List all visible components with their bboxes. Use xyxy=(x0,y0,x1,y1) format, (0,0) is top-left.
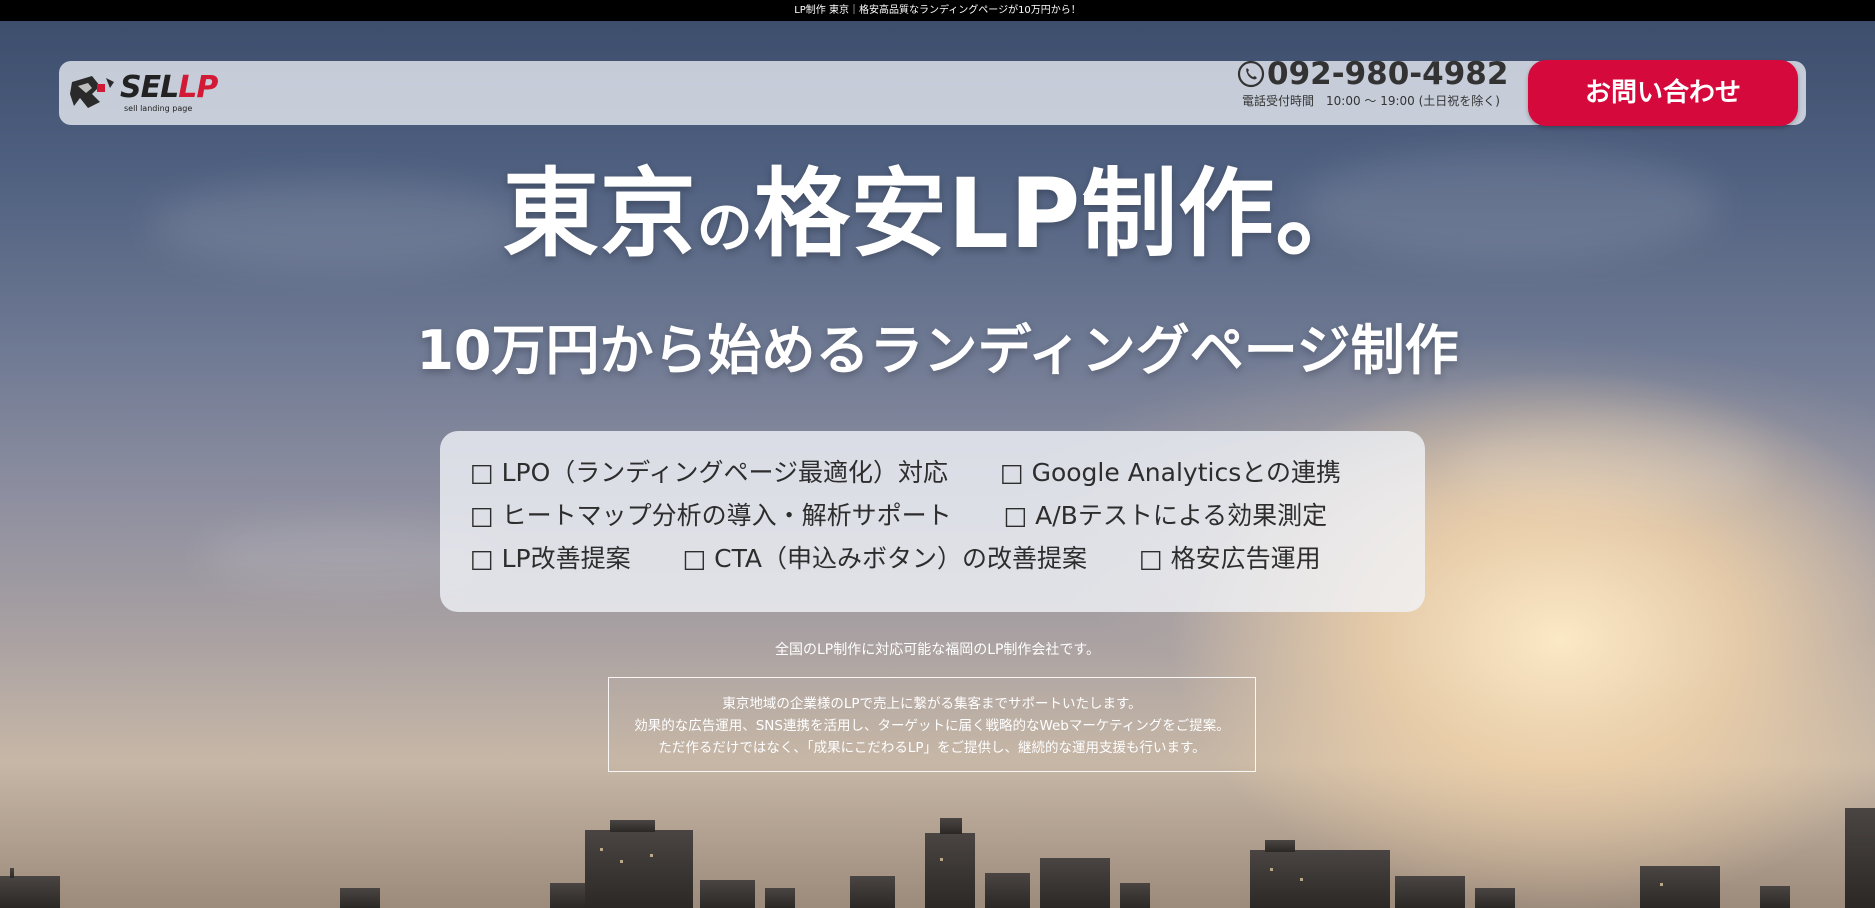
company-tagline: 全国のLP制作に対応可能な福岡のLP制作会社です。 xyxy=(774,642,1101,658)
feature-row-1: □ LPO（ランディングページ最適化）対応 □ Google Analyticsと… xyxy=(470,453,1410,493)
feature-row-3: □ LP改善提案 □ CTA（申込みボタン）の改善提案 □ 格安広告運用 xyxy=(470,539,1410,579)
feature-row-2: □ ヒートマップ分析の導入・解析サポート □ A/Bテストによる効果測定 xyxy=(470,496,1410,536)
hero-subtitle: 10万円から始めるランディングページ制作 xyxy=(416,319,1459,382)
landing-page: LP制作 東京｜格安高品質なランディングページが10万円から！ SELLP se… xyxy=(0,0,1875,908)
hero-title-part2: 格安LP制作。 xyxy=(753,158,1373,270)
hero-title-part1: 東京 xyxy=(502,158,697,270)
description-line: ただ作るだけではなく、「成果にこだわるLP」をご提供し、継続的な運用支援も行いま… xyxy=(658,740,1206,756)
phone-number[interactable]: 092-980-4982 xyxy=(1267,56,1508,92)
background-cloud xyxy=(1450,420,1770,510)
feature-item: □ Google Analyticsとの連携 xyxy=(1000,458,1341,487)
description-line: 効果的な広告運用、SNS連携を活用し、ターゲットに届く戦略的なWebマーケティン… xyxy=(634,718,1230,734)
hero-title-particle: の xyxy=(696,196,754,261)
contact-button[interactable]: お問い合わせ xyxy=(1528,60,1798,126)
feature-item: □ LPO（ランディングページ最適化）対応 xyxy=(470,458,949,487)
hero-title: 東京の格安LP制作。 xyxy=(0,136,1875,275)
description-box: 東京地域の企業様のLPで売上に繋がる集客までサポートいたします。 効果的な広告運… xyxy=(608,677,1256,772)
description-line: 東京地域の企業様のLPで売上に繋がる集客までサポートいたします。 xyxy=(722,696,1142,712)
top-announcement-bar: LP制作 東京｜格安高品質なランディングページが10万円から！ xyxy=(0,0,1875,21)
logo-wordmark[interactable]: SELLP xyxy=(120,70,218,105)
logo-text-sel: SEL xyxy=(120,70,179,105)
features-panel: □ LPO（ランディングページ最適化）対応 □ Google Analyticsと… xyxy=(440,431,1425,612)
city-skyline-image xyxy=(0,808,1875,908)
logo-subtitle: sell landing page xyxy=(124,104,193,113)
phone-contact[interactable]: 092-980-4982 xyxy=(1237,56,1508,92)
feature-item: □ 格安広告運用 xyxy=(1139,544,1321,573)
feature-item: □ ヒートマップ分析の導入・解析サポート xyxy=(470,501,952,530)
feature-item: □ LP改善提案 xyxy=(470,544,631,573)
phone-icon xyxy=(1237,60,1265,88)
logo-text-lp: LP xyxy=(178,70,218,105)
feature-item: □ A/Bテストによる効果測定 xyxy=(1003,501,1328,530)
phone-hours: 電話受付時間 10:00 ～ 19:00 (土日祝を除く) xyxy=(1242,94,1500,108)
feature-item: □ CTA（申込みボタン）の改善提案 xyxy=(682,544,1088,573)
